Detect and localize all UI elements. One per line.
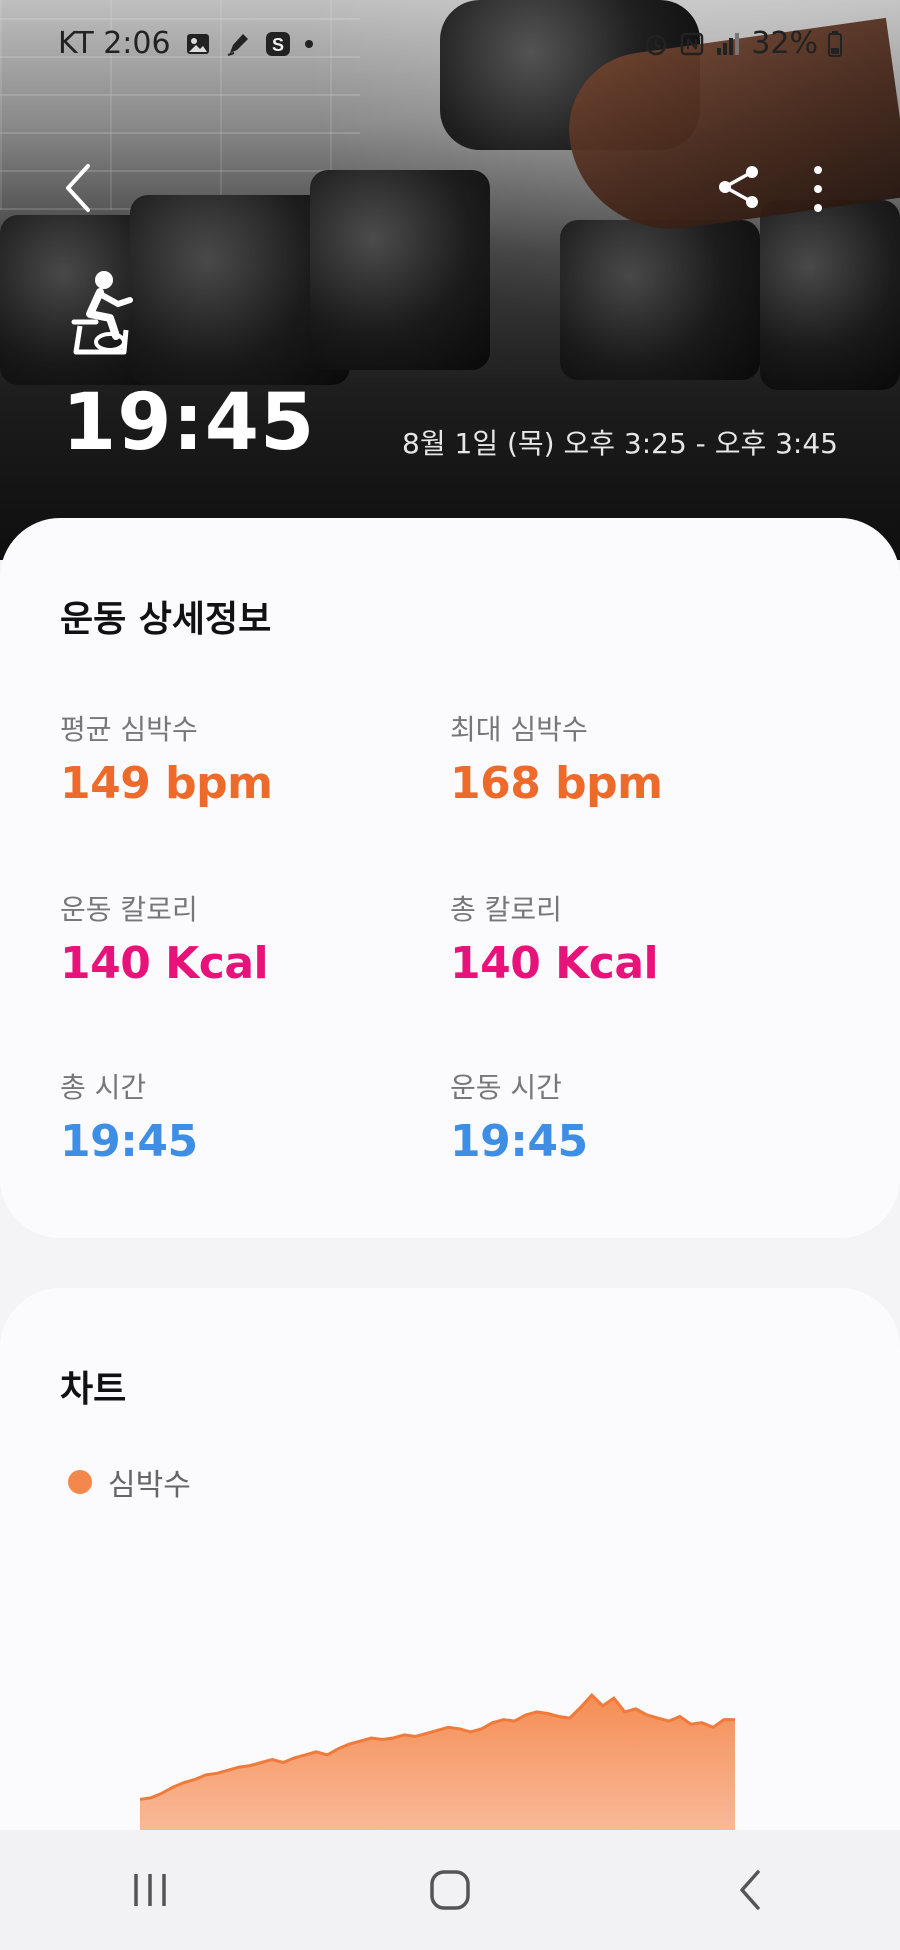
metric-total-calories: 총 칼로리 140 Kcal <box>450 888 659 989</box>
heart-rate-area <box>140 1695 735 1840</box>
chart-title: 차트 <box>60 1369 127 1410</box>
metric-label: 총 시간 <box>60 1071 147 1104</box>
carrier-time: KT 2:06 <box>58 26 171 61</box>
metric-avg-heart-rate: 평균 심박수 149 bpm <box>60 708 273 809</box>
battery-percent: 32% <box>751 26 818 61</box>
metric-value: 19:45 <box>60 1116 198 1167</box>
workout-date-range: 8월 1일 (목) 오후 3:25 - 오후 3:45 <box>402 427 838 460</box>
nfc-icon <box>681 32 704 55</box>
metric-value: 168 bpm <box>450 758 663 809</box>
exercise-bike-icon <box>71 271 133 355</box>
home-button[interactable] <box>390 1850 510 1930</box>
metric-exercise-time: 운동 시간 19:45 <box>450 1066 588 1167</box>
back-button[interactable] <box>56 160 106 216</box>
details-title: 운동 상세정보 <box>60 599 272 640</box>
metric-label: 최대 심박수 <box>450 713 588 746</box>
metric-value: 140 Kcal <box>450 938 659 989</box>
metric-label: 운동 시간 <box>450 1071 562 1104</box>
metric-value: 140 Kcal <box>60 938 269 989</box>
s-app-icon: S <box>265 31 290 56</box>
metric-label: 평균 심박수 <box>60 713 198 746</box>
app-root: KT 2:06 S 32% 19:45 8월 1일 (목) 오후 3:25 - … <box>0 0 900 1950</box>
nav-back-button[interactable] <box>690 1850 810 1930</box>
legend-dot-icon <box>68 1470 92 1494</box>
share-button[interactable] <box>716 164 762 210</box>
alarm-icon <box>646 34 667 55</box>
workout-details-card: 운동 상세정보 평균 심박수 149 bpm 최대 심박수 168 bpm 운동… <box>0 518 900 1238</box>
chart-legend: 심박수 <box>68 1460 191 1504</box>
legend-label: 심박수 <box>108 1468 191 1503</box>
metric-value: 149 bpm <box>60 758 273 809</box>
metric-label: 총 칼로리 <box>450 893 562 926</box>
metric-max-heart-rate: 최대 심박수 168 bpm <box>450 708 663 809</box>
svg-text:S: S <box>272 35 284 55</box>
metric-total-time: 총 시간 19:45 <box>60 1066 198 1167</box>
system-nav-bar <box>0 1830 900 1950</box>
pen-icon <box>227 33 248 56</box>
status-bar: KT 2:06 S 32% <box>0 22 900 68</box>
metric-exercise-calories: 운동 칼로리 140 Kcal <box>60 888 269 989</box>
signal-icon <box>717 32 740 55</box>
metric-label: 운동 칼로리 <box>60 893 198 926</box>
notification-dot-icon <box>304 39 313 48</box>
home-icon <box>430 1870 470 1910</box>
workout-duration: 19:45 <box>62 378 316 468</box>
battery-icon <box>828 30 842 57</box>
gallery-icon <box>186 33 209 54</box>
back-icon <box>740 1870 760 1910</box>
more-options-button[interactable] <box>808 164 828 214</box>
recent-apps-button[interactable] <box>90 1850 210 1930</box>
recent-apps-icon <box>134 1874 166 1906</box>
metric-value: 19:45 <box>450 1116 588 1167</box>
